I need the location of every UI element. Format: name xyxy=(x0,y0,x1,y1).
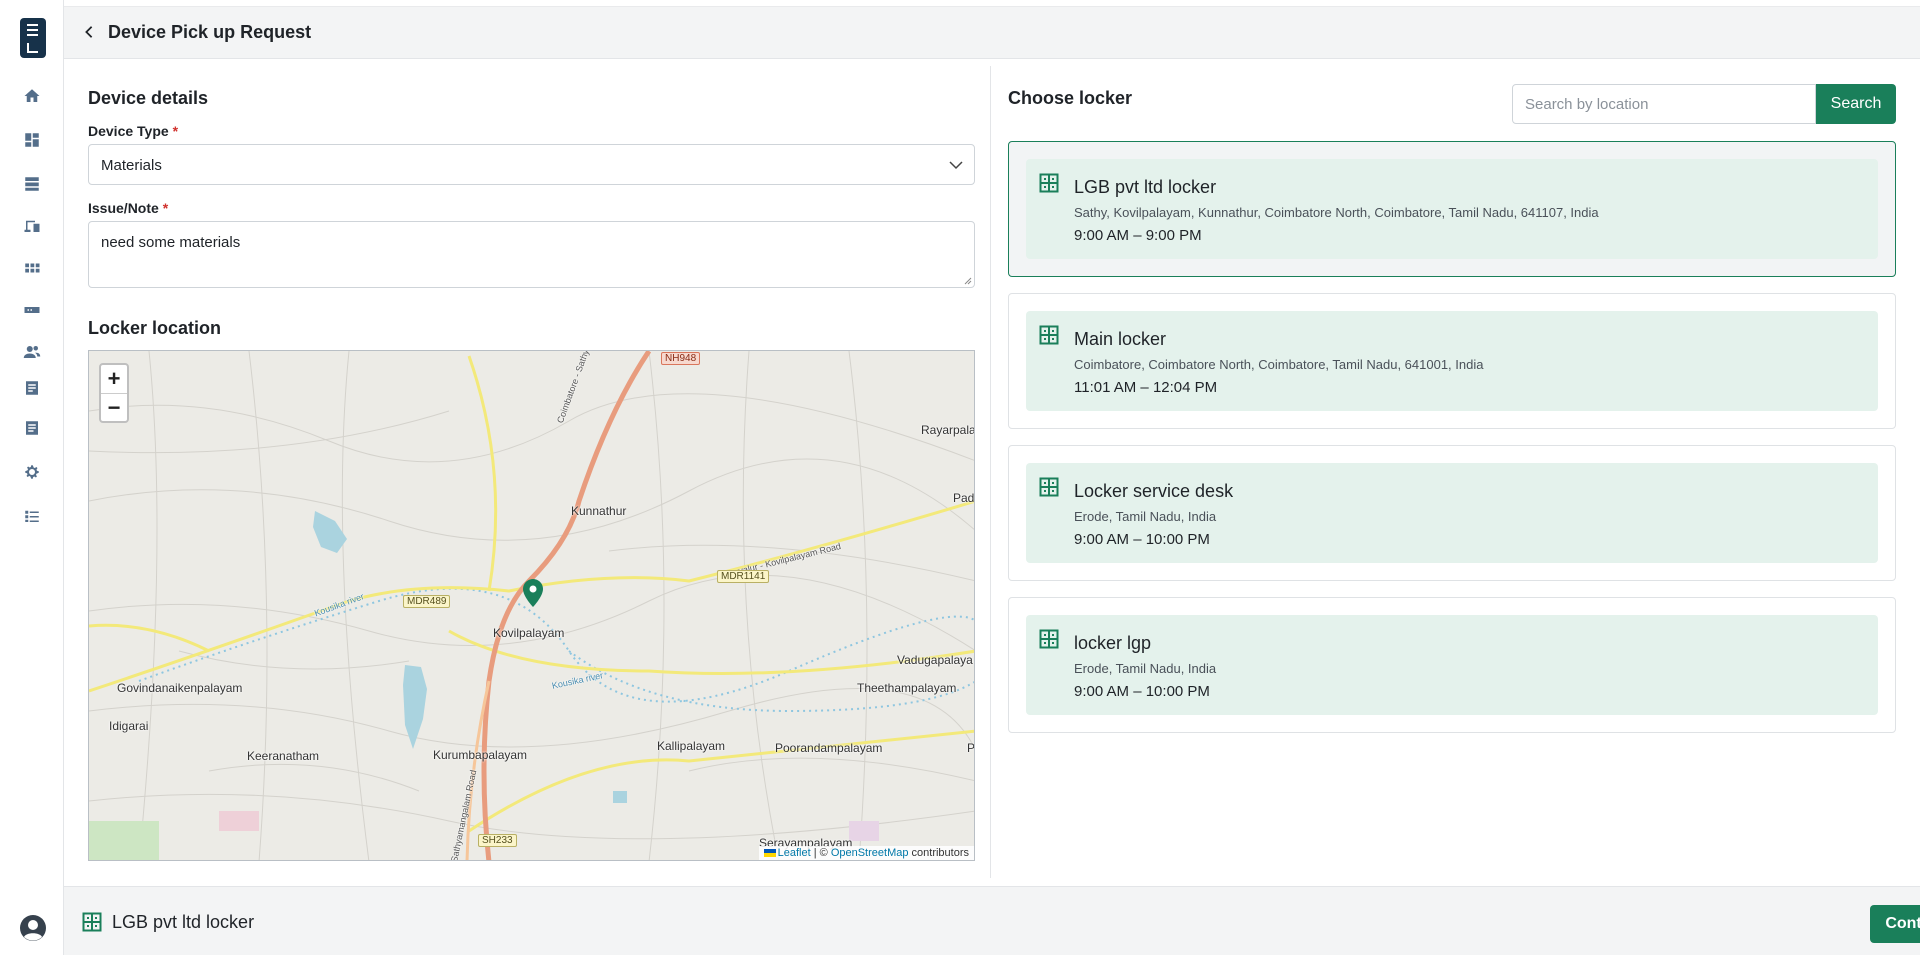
map-road-tag: MDR1141 xyxy=(717,570,770,583)
map-attribution: Leaflet | © OpenStreetMap contributors xyxy=(758,846,974,860)
sidebar xyxy=(0,0,64,955)
map-marker-icon[interactable] xyxy=(523,579,543,607)
locker-card[interactable]: locker lgp Erode, Tamil Nadu, India 9:00 A… xyxy=(1008,597,1896,733)
locker-icon xyxy=(1039,325,1059,345)
locker-icon xyxy=(1039,629,1059,649)
app-logo[interactable] xyxy=(20,18,46,58)
search-button[interactable]: Search xyxy=(1816,84,1896,124)
attribution-rest: contributors xyxy=(908,847,969,859)
page-header: Device Pick up Request xyxy=(64,6,1920,59)
locker-card-body: LGB pvt ltd locker Sathy, Kovilpalayam, K… xyxy=(1026,159,1878,259)
locker-card[interactable]: Main locker Coimbatore, Coimbatore North,… xyxy=(1008,293,1896,429)
locker-icon xyxy=(1039,477,1059,497)
search-input[interactable] xyxy=(1513,85,1815,123)
map-place-label: P xyxy=(967,741,975,755)
hardware-icon[interactable] xyxy=(22,300,42,320)
osm-link[interactable]: OpenStreetMap xyxy=(831,847,909,859)
locker-card-body: Locker service desk Erode, Tamil Nadu, In… xyxy=(1026,463,1878,563)
zoom-out-button[interactable]: − xyxy=(101,393,127,421)
locker-map[interactable]: + − Kunnathur Kovilpalayam Govindanaiken… xyxy=(88,350,975,861)
search-field xyxy=(1512,84,1816,124)
user-avatar-icon[interactable] xyxy=(19,914,47,942)
resize-grip-icon[interactable] xyxy=(964,277,972,285)
settings-icon[interactable] xyxy=(22,462,42,482)
device-type-select[interactable]: Materials xyxy=(88,144,975,185)
map-place-label: Kurumbapalayam xyxy=(433,748,528,762)
map-place-label: Idigarai xyxy=(109,719,149,733)
back-arrow-icon[interactable] xyxy=(78,21,100,43)
locker-address: Erode, Tamil Nadu, India xyxy=(1074,509,1217,524)
map-road-tag: MDR489 xyxy=(403,595,451,608)
dashboard-icon[interactable] xyxy=(22,130,42,150)
choose-locker-title: Choose locker xyxy=(1008,88,1133,108)
device-type-value: Materials xyxy=(101,157,162,174)
locker-hours: 9:00 AM – 10:00 PM xyxy=(1074,531,1210,548)
issue-label-text: Issue/Note xyxy=(88,200,159,216)
document-icon[interactable] xyxy=(22,418,42,438)
map-place-label: Kovilpalayam xyxy=(493,626,565,640)
device-type-label: Device Type * xyxy=(88,123,178,139)
apps-grid-icon[interactable] xyxy=(22,258,42,278)
locker-address: Erode, Tamil Nadu, India xyxy=(1074,661,1217,676)
storage-icon[interactable] xyxy=(22,174,42,194)
list-icon[interactable] xyxy=(22,378,42,398)
map-zoom-control: + − xyxy=(99,363,129,423)
map-place-label: Rayarpala xyxy=(921,423,975,437)
users-icon[interactable] xyxy=(22,342,42,362)
checklist-icon[interactable] xyxy=(22,506,42,526)
device-details-title: Device details xyxy=(88,88,209,108)
leaflet-link[interactable]: Leaflet xyxy=(778,847,811,859)
issue-value: need some materials xyxy=(101,234,241,251)
locker-card-body: Main locker Coimbatore, Coimbatore North,… xyxy=(1026,311,1878,411)
locker-hours: 9:00 AM – 9:00 PM xyxy=(1074,227,1202,244)
required-mark: * xyxy=(172,123,179,139)
page-title: Device Pick up Request xyxy=(108,22,312,42)
map-road-tag: NH948 xyxy=(661,352,701,365)
locker-name: Locker service desk xyxy=(1074,481,1234,501)
map-place-label: Govindanaikenpalayam xyxy=(117,681,243,695)
map-place-label: Kunnathur xyxy=(571,504,627,518)
locker-card[interactable]: LGB pvt ltd locker Sathy, Kovilpalayam, K… xyxy=(1008,141,1896,277)
locker-hours: 9:00 AM – 10:00 PM xyxy=(1074,683,1210,700)
page-footer: LGB pvt ltd locker Continue xyxy=(64,886,1920,955)
locker-location-title: Locker location xyxy=(88,318,222,338)
map-place-label: Vadugapalaya xyxy=(897,653,973,667)
locker-name: locker lgp xyxy=(1074,633,1152,653)
zoom-in-button[interactable]: + xyxy=(101,365,127,393)
locker-icon xyxy=(82,912,102,932)
locker-card-body: locker lgp Erode, Tamil Nadu, India 9:00 A… xyxy=(1026,615,1878,715)
map-road-tag: SH233 xyxy=(478,834,517,847)
locker-address: Sathy, Kovilpalayam, Kunnathur, Coimbato… xyxy=(1074,205,1599,220)
selected-locker-name: LGB pvt ltd locker xyxy=(112,912,255,932)
chevron-down-icon xyxy=(949,161,963,170)
locker-address: Coimbatore, Coimbatore North, Coimbatore… xyxy=(1074,357,1484,372)
map-place-label: Poorandampalayam xyxy=(775,741,883,755)
devices-icon[interactable] xyxy=(22,216,42,236)
map-place-label: Padu xyxy=(953,491,975,505)
panel-divider xyxy=(990,66,991,878)
map-place-label: Kallipalayam xyxy=(657,739,726,753)
device-type-label-text: Device Type xyxy=(88,123,169,139)
continue-button[interactable]: Continue xyxy=(1870,905,1920,943)
locker-name: LGB pvt ltd locker xyxy=(1074,177,1217,197)
home-icon[interactable] xyxy=(22,86,42,106)
required-mark: * xyxy=(162,200,169,216)
ukraine-flag-icon xyxy=(763,849,776,858)
map-place-label: Theethampalayam xyxy=(857,681,957,695)
map-place-label: Keeranatham xyxy=(247,749,320,763)
attribution-sep: | © xyxy=(810,847,831,859)
issue-textarea[interactable]: need some materials xyxy=(88,221,975,288)
locker-hours: 11:01 AM – 12:04 PM xyxy=(1074,379,1218,396)
locker-card[interactable]: Locker service desk Erode, Tamil Nadu, In… xyxy=(1008,445,1896,581)
locker-name: Main locker xyxy=(1074,329,1167,349)
locker-icon xyxy=(1039,173,1059,193)
issue-label: Issue/Note * xyxy=(88,200,168,216)
